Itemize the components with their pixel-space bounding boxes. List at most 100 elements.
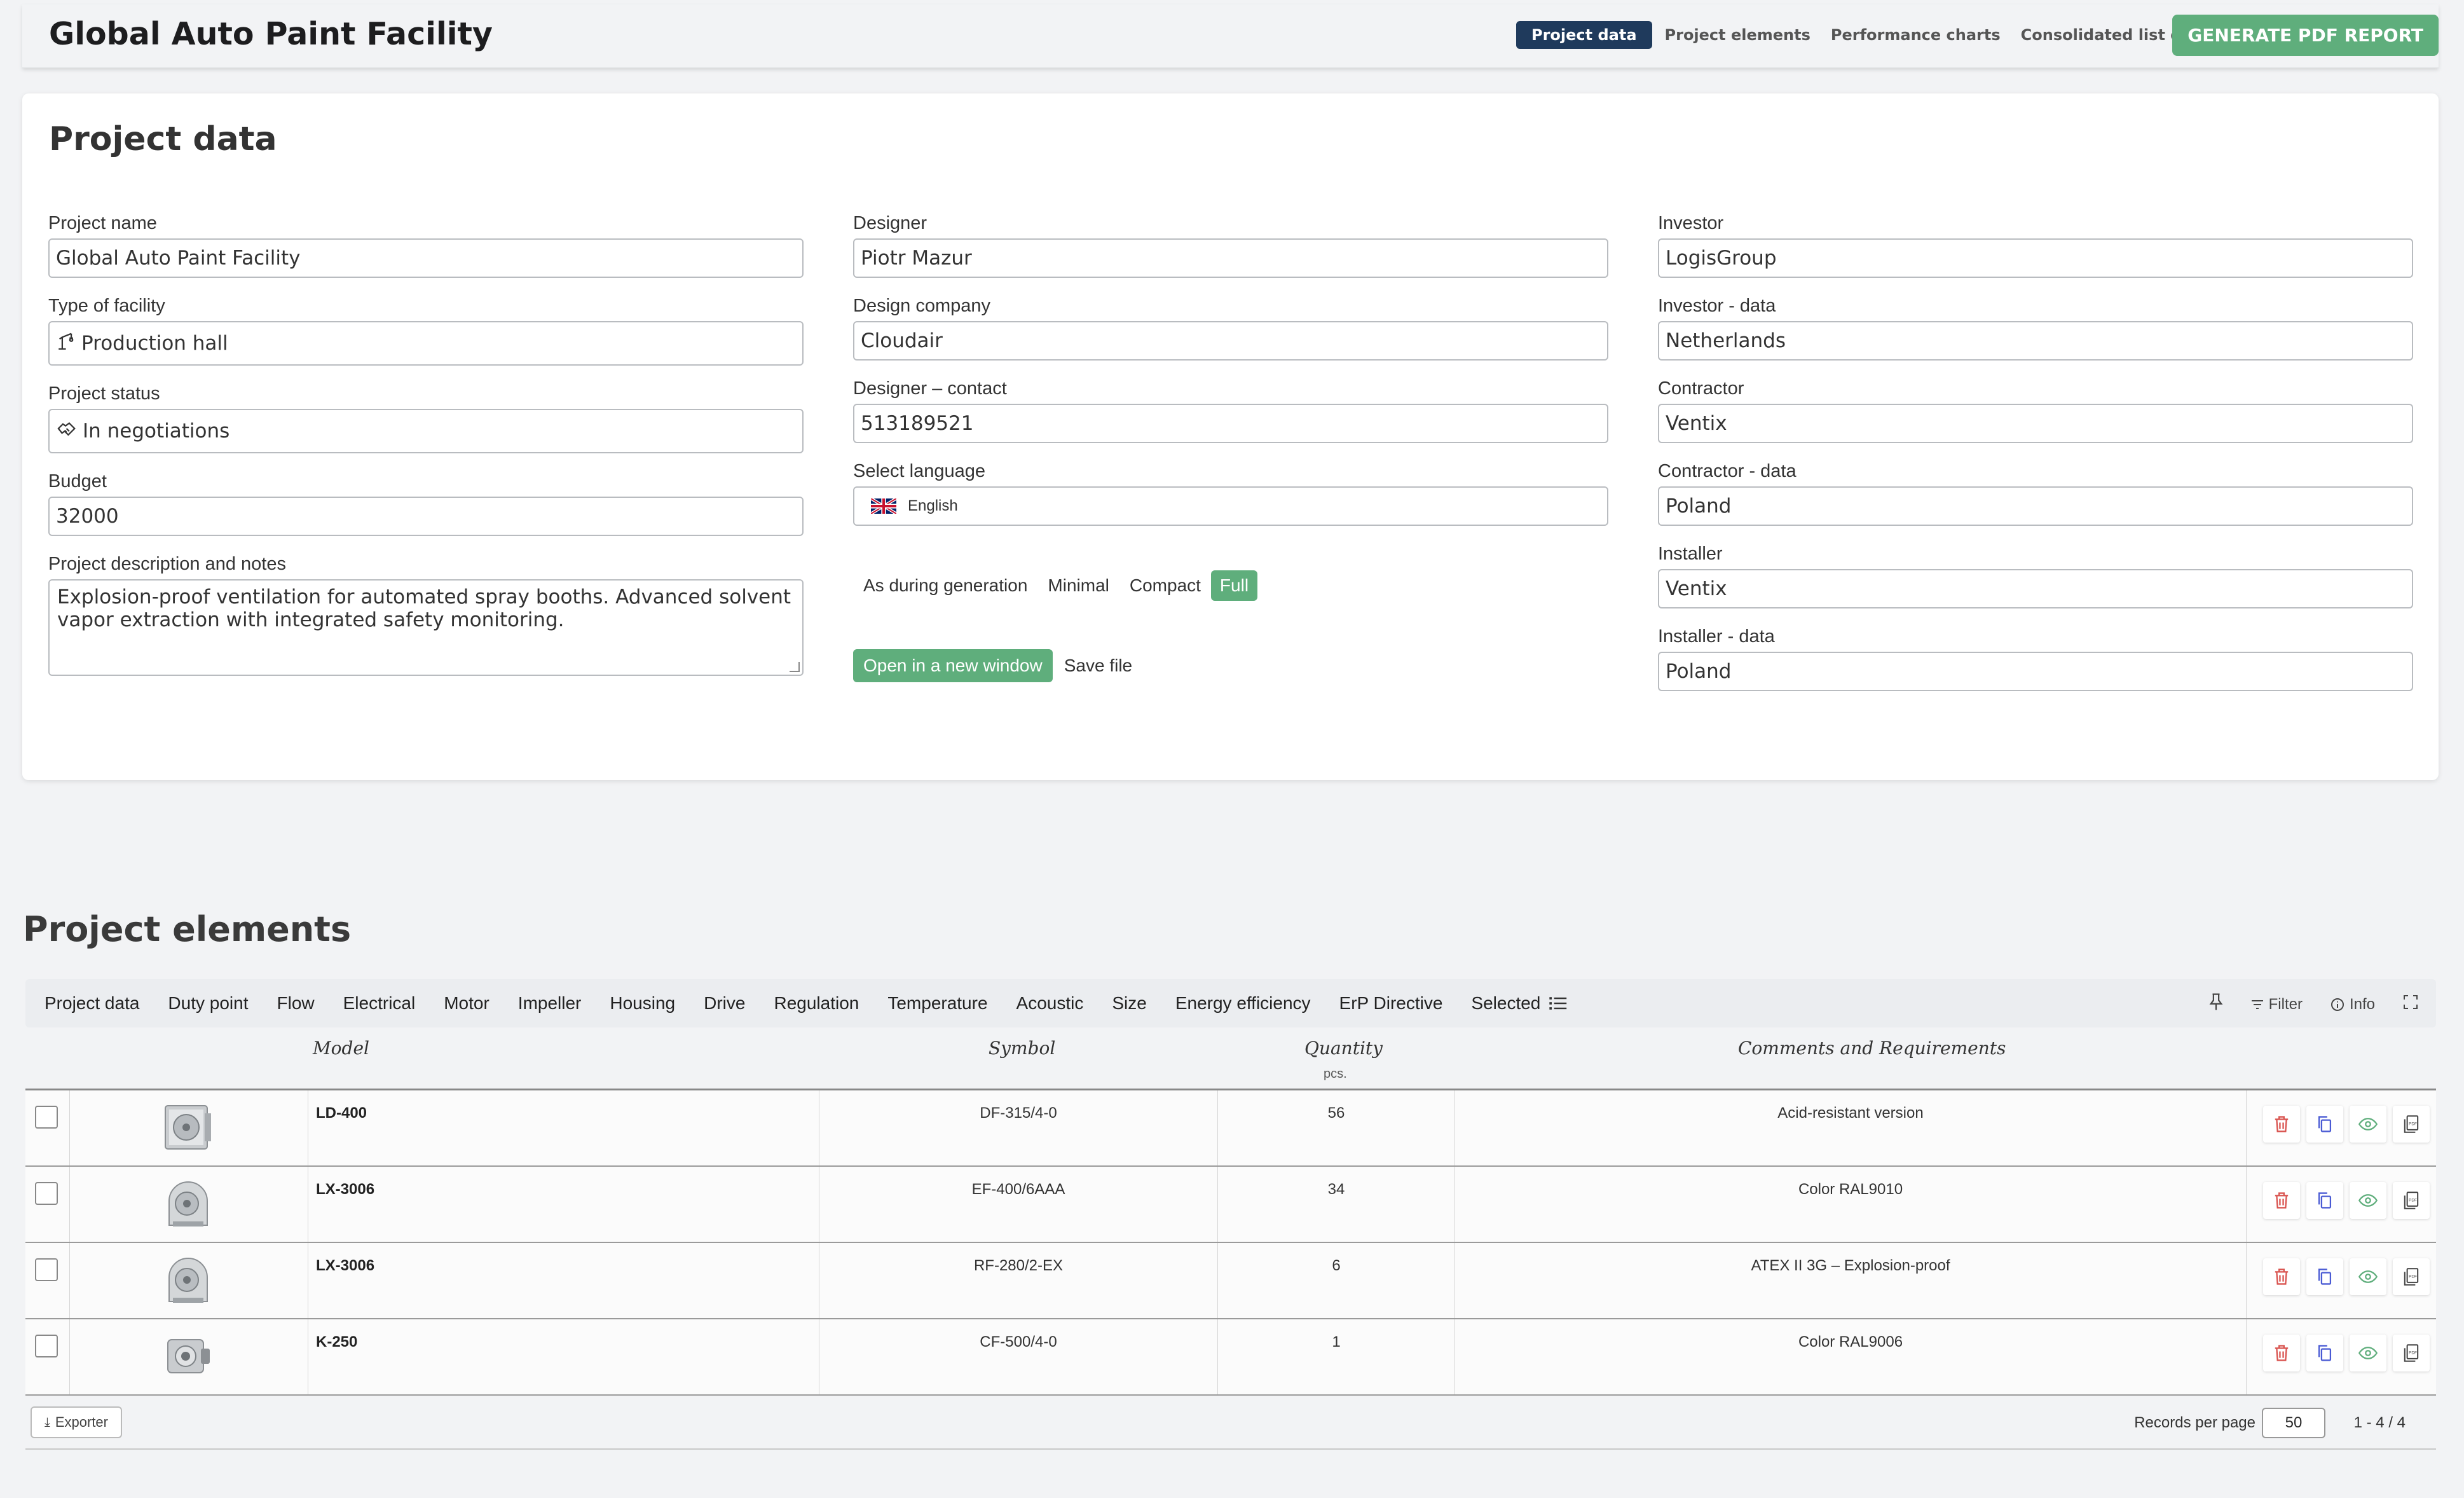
row-symbol: CF-500/4-0 — [980, 1333, 1057, 1350]
etab-selected[interactable]: Selected — [1471, 993, 1568, 1014]
project-column-2: Designer Piotr Mazur Design company Clou… — [853, 213, 1608, 682]
info-icon — [2331, 998, 2344, 1011]
etab-temperature[interactable]: Temperature — [887, 993, 987, 1014]
pdf-icon[interactable]: PDF — [2393, 1106, 2430, 1143]
mode-compact[interactable]: Compact — [1119, 570, 1211, 601]
delete-icon[interactable] — [2263, 1258, 2300, 1295]
view-icon[interactable] — [2350, 1335, 2386, 1371]
list-icon — [1549, 997, 1567, 1010]
facility-type-label: Type of facility — [48, 296, 165, 316]
uk-flag-icon — [871, 498, 896, 514]
column-header-model[interactable]: Model — [313, 1038, 369, 1059]
row-checkbox[interactable] — [35, 1335, 58, 1357]
info-button[interactable]: Info — [2331, 996, 2375, 1014]
mode-as-during-generation[interactable]: As during generation — [853, 570, 1037, 601]
nav-tab-project-data[interactable]: Project data — [1516, 21, 1652, 49]
pdf-icon[interactable]: PDF — [2393, 1182, 2430, 1219]
column-header-symbol[interactable]: Symbol — [989, 1038, 1055, 1059]
row-comment: ATEX II 3G – Explosion-proof — [1751, 1257, 1950, 1274]
fullscreen-icon[interactable] — [2403, 994, 2418, 1014]
crane-icon — [56, 330, 78, 357]
etab-size[interactable]: Size — [1112, 993, 1146, 1014]
designer-contact-input[interactable]: 513189521 — [853, 404, 1608, 443]
project-name-input[interactable]: Global Auto Paint Facility — [48, 238, 804, 278]
delete-icon[interactable] — [2263, 1335, 2300, 1371]
copy-icon[interactable] — [2306, 1258, 2343, 1295]
installer-input[interactable]: Ventix — [1658, 569, 2413, 608]
row-checkbox[interactable] — [35, 1258, 58, 1281]
records-per-page-input[interactable]: 50 — [2262, 1408, 2325, 1438]
copy-icon[interactable] — [2306, 1106, 2343, 1143]
budget-input[interactable]: 32000 — [48, 497, 804, 536]
save-file-link[interactable]: Save file — [1064, 656, 1132, 676]
facility-type-value: Production hall — [81, 332, 228, 355]
nav-tab-project-elements[interactable]: Project elements — [1657, 21, 1818, 49]
open-new-window-button[interactable]: Open in a new window — [853, 649, 1053, 682]
handshake-icon — [56, 418, 79, 444]
row-checkbox[interactable] — [35, 1106, 58, 1129]
delete-icon[interactable] — [2263, 1182, 2300, 1219]
delete-icon[interactable] — [2263, 1106, 2300, 1143]
exporter-button[interactable]: ⤓ Exporter — [31, 1406, 122, 1438]
designer-contact-label: Designer – contact — [853, 378, 1007, 399]
design-company-input[interactable]: Cloudair — [853, 321, 1608, 361]
row-model: LD-400 — [316, 1104, 367, 1122]
project-data-title: Project data — [49, 120, 277, 158]
resize-grip-icon[interactable] — [790, 662, 800, 672]
description-text: Explosion-proof ventilation for automate… — [57, 586, 791, 631]
designer-input[interactable]: Piotr Mazur — [853, 238, 1608, 278]
row-checkbox[interactable] — [35, 1182, 58, 1205]
nav-tab-performance-charts[interactable]: Performance charts — [1823, 21, 2008, 49]
investor-data-label: Investor - data — [1658, 296, 1776, 316]
pdf-icon[interactable]: PDF — [2393, 1335, 2430, 1371]
etab-regulation[interactable]: Regulation — [774, 993, 859, 1014]
description-textarea[interactable]: Explosion-proof ventilation for automate… — [48, 579, 804, 676]
row-actions: PDF — [2263, 1182, 2436, 1219]
etab-duty-point[interactable]: Duty point — [168, 993, 248, 1014]
copy-icon[interactable] — [2306, 1335, 2343, 1371]
mode-minimal[interactable]: Minimal — [1037, 570, 1119, 601]
row-comment: Color RAL9006 — [1798, 1333, 1903, 1350]
etab-acoustic[interactable]: Acoustic — [1016, 993, 1084, 1014]
table-row: LX-3006 EF-400/6AAA 34 Color RAL9010 PDF — [25, 1167, 2436, 1243]
etab-housing[interactable]: Housing — [610, 993, 675, 1014]
contractor-input[interactable]: Ventix — [1658, 404, 2413, 443]
copy-icon[interactable] — [2306, 1182, 2343, 1219]
table-footer: ⤓ Exporter Records per page 50 1 - 4 / 4 — [25, 1401, 2436, 1450]
etab-motor[interactable]: Motor — [444, 993, 489, 1014]
row-quantity: 1 — [1332, 1333, 1341, 1350]
table-row: K-250 CF-500/4-0 1 Color RAL9006 PDF — [25, 1319, 2436, 1396]
investor-label: Investor — [1658, 213, 1724, 233]
project-status-select[interactable]: In negotiations — [48, 409, 804, 453]
etab-erp-directive[interactable]: ErP Directive — [1339, 993, 1443, 1014]
view-icon[interactable] — [2350, 1182, 2386, 1219]
column-header-quantity[interactable]: Quantity — [1304, 1038, 1383, 1059]
row-symbol: RF-280/2-EX — [973, 1257, 1064, 1274]
view-icon[interactable] — [2350, 1258, 2386, 1295]
facility-type-select[interactable]: Production hall — [48, 321, 804, 366]
download-icon: ⤓ — [44, 1415, 50, 1429]
investor-data-input[interactable]: Netherlands — [1658, 321, 2413, 361]
language-select[interactable]: English — [853, 486, 1608, 526]
etab-drive[interactable]: Drive — [704, 993, 745, 1014]
etab-flow[interactable]: Flow — [277, 993, 315, 1014]
project-data-card: Project data Project name Global Auto Pa… — [22, 93, 2439, 780]
etab-impeller[interactable]: Impeller — [518, 993, 582, 1014]
row-model: LX-3006 — [316, 1257, 375, 1274]
pdf-icon[interactable]: PDF — [2393, 1258, 2430, 1295]
etab-electrical[interactable]: Electrical — [343, 993, 416, 1014]
contractor-data-input[interactable]: Poland — [1658, 486, 2413, 526]
etab-energy-efficiency[interactable]: Energy efficiency — [1175, 993, 1311, 1014]
investor-input[interactable]: LogisGroup — [1658, 238, 2413, 278]
pin-icon[interactable] — [2209, 993, 2223, 1015]
view-icon[interactable] — [2350, 1106, 2386, 1143]
etab-project-data[interactable]: Project data — [44, 993, 139, 1014]
installer-data-input[interactable]: Poland — [1658, 652, 2413, 691]
fan-image-inline — [167, 1339, 210, 1373]
filter-button[interactable]: Filter — [2251, 996, 2303, 1014]
generate-pdf-button[interactable]: GENERATE PDF REPORT — [2172, 15, 2439, 56]
info-label: Info — [2349, 995, 2375, 1013]
column-header-comments[interactable]: Comments and Requirements — [1738, 1038, 2006, 1059]
fan-image-radial — [168, 1181, 208, 1227]
mode-full[interactable]: Full — [1210, 570, 1258, 601]
